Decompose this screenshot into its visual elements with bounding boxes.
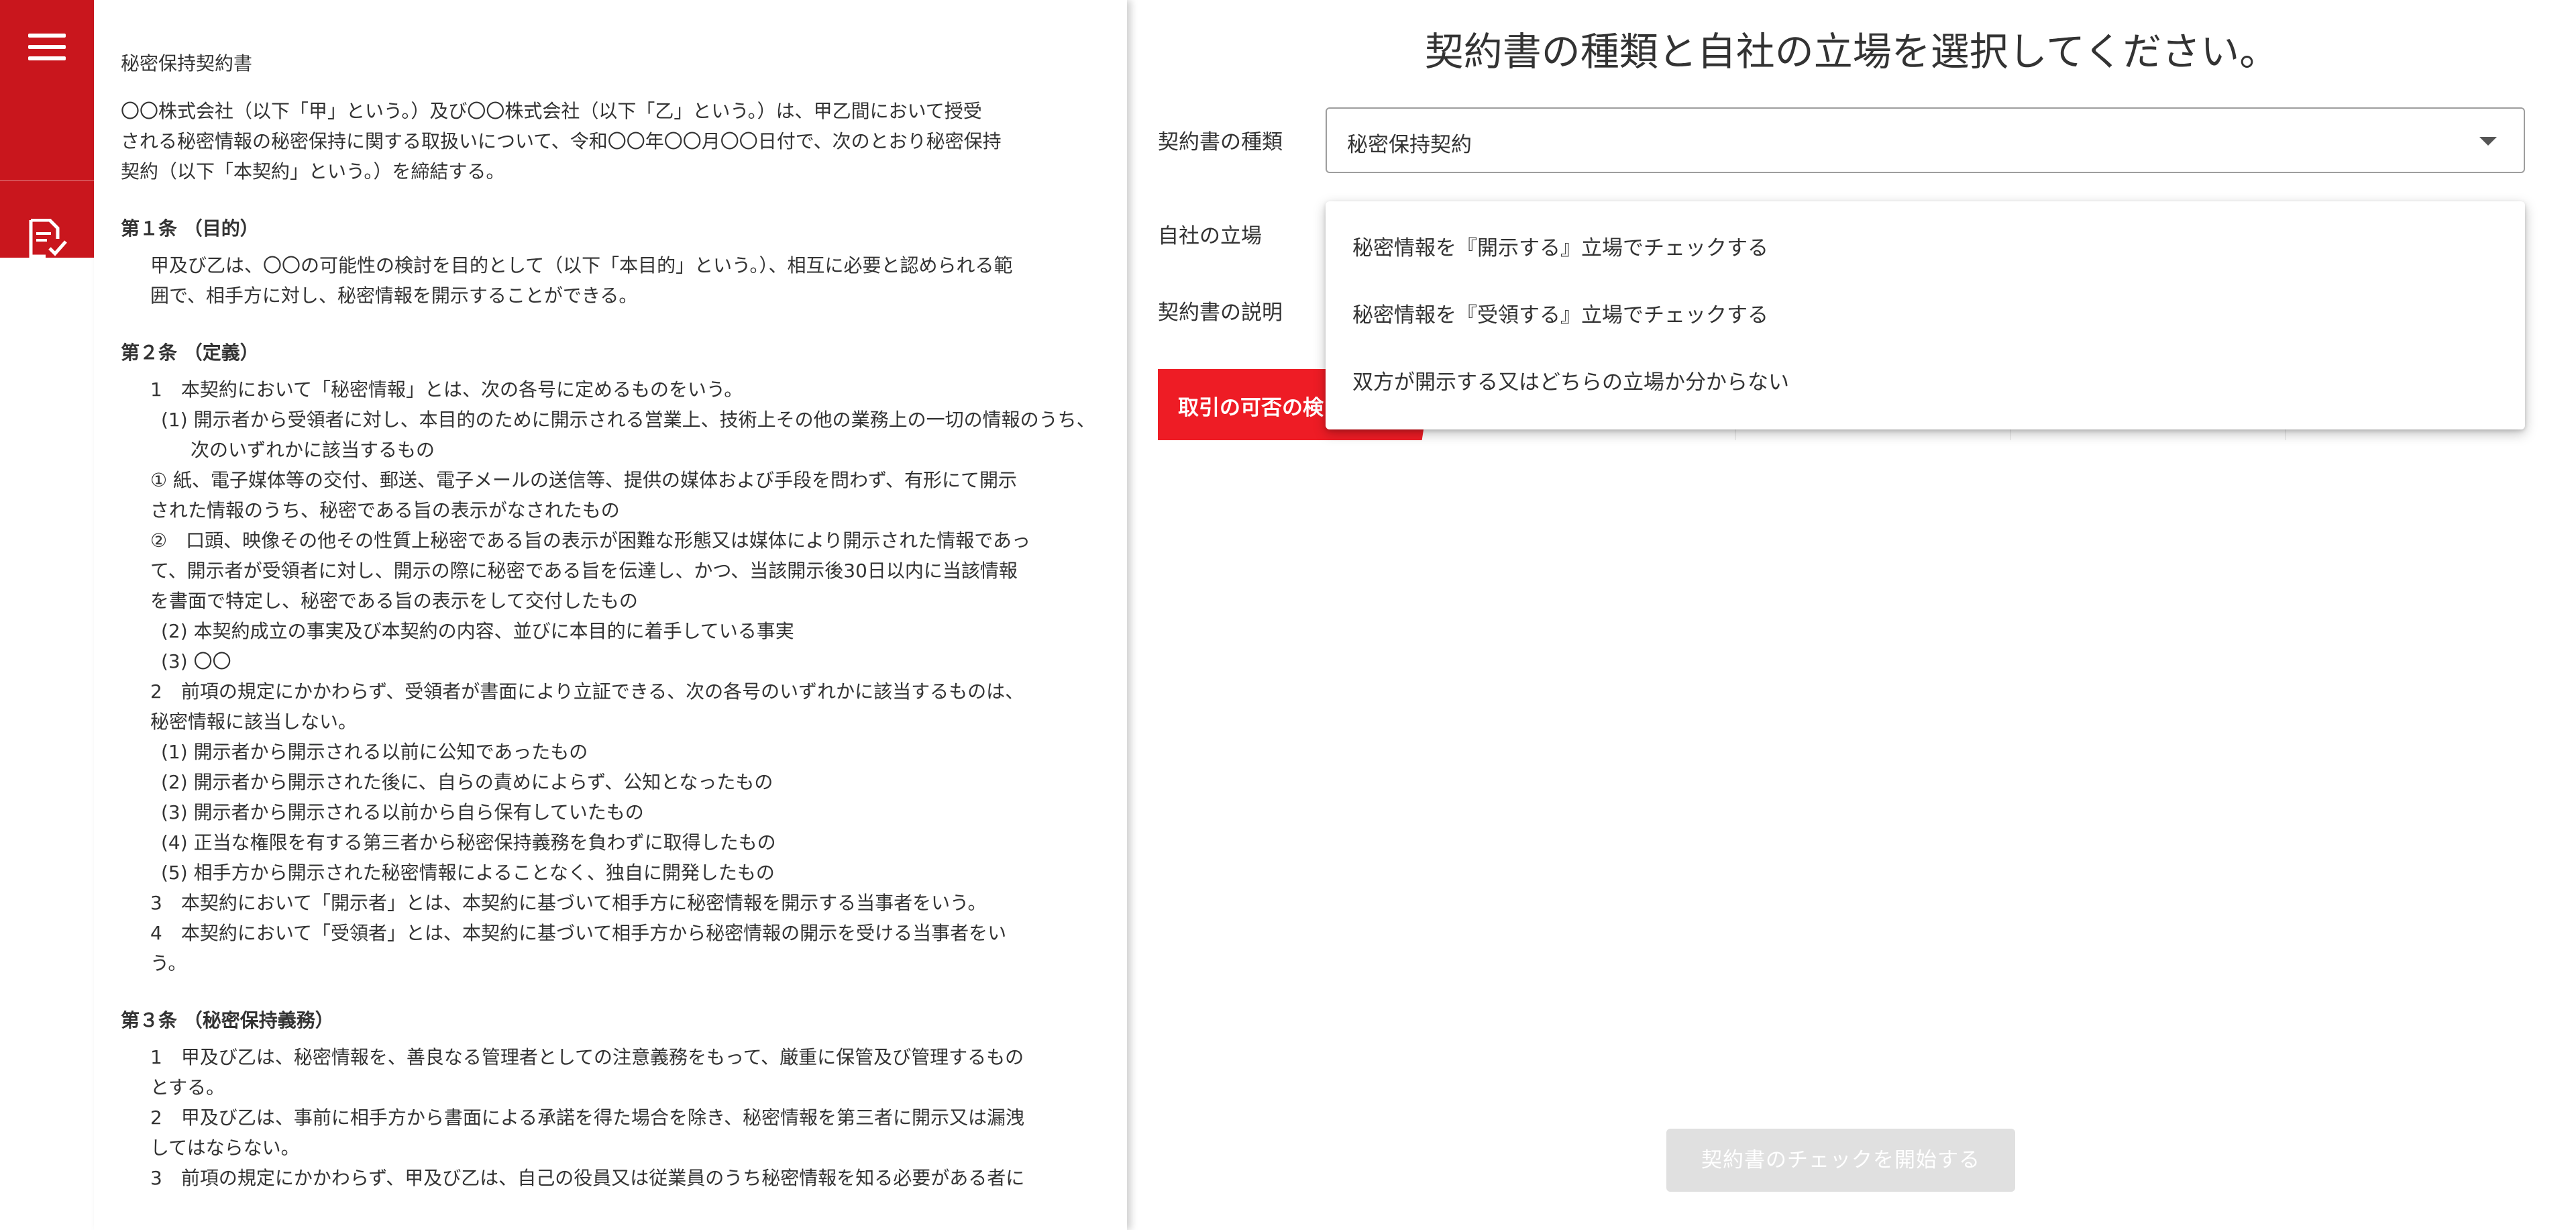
paragraph-line: ① 紙、電子媒体等の交付、郵送、電子メールの送信等、提供の媒体および手段を問わず… (150, 469, 1018, 491)
contract-document-pane[interactable]: 秘密保持契約書 〇〇株式会社（以下「甲」という。）及び〇〇株式会社（以下「乙」と… (94, 0, 1127, 1230)
intro-line: 契約（以下「本契約」という。）を締結する。 (121, 160, 505, 183)
article-paragraph: 2 前項の規定にかかわらず、受領者が書面により立証できる、次の各号のいずれかに該… (121, 676, 1100, 737)
article-heading: 第３条 （秘密保持義務） (121, 1009, 334, 1031)
description-label: 契約書の説明 (1158, 301, 1283, 325)
paragraph-line: を書面で特定し、秘密である旨の表示をして交付したもの (150, 590, 638, 612)
paragraph-line: された情報のうち、秘密である旨の表示がなされたもの (150, 499, 620, 521)
paragraph-line: 甲及び乙は、〇〇の可能性の検討を目的として（以下「本目的」という。）、相互に必要… (150, 254, 1013, 276)
position-label: 自社の立場 (1158, 224, 1262, 248)
paragraph-line: 2 前項の規定にかかわらず、受領者が書面により立証できる、次の各号のいずれかに該… (150, 680, 1024, 703)
article-item: (2) 本契約成立の事実及び本契約の内容、並びに本目的に着手している事実 (161, 620, 794, 642)
article-paragraph: 2 甲及び乙は、事前に相手方から書面による承諾を得た場合を除き、秘密情報を第三者… (121, 1103, 1100, 1163)
page-title: 契約書の種類と自社の立場を選択してください。 (1424, 29, 2279, 74)
article-item: (1) 開示者から開示される以前に公知であったもの (161, 741, 588, 763)
article-item: (5) 相手方から開示された秘密情報によることなく、独自に開発したもの (161, 862, 775, 884)
paragraph-line: してはならない。 (150, 1137, 300, 1159)
article-item: (4) 正当な権限を有する第三者から秘密保持義務を負わずに取得したもの (161, 831, 776, 854)
contract-type-select[interactable]: 秘密保持契約 (1326, 107, 2525, 173)
position-option-disclose[interactable]: 秘密情報を『開示する』立場でチェックする (1326, 215, 2525, 282)
contract-type-value: 秘密保持契約 (1347, 133, 1472, 157)
document-check-icon[interactable] (27, 218, 67, 258)
hamburger-menu-button[interactable] (0, 0, 94, 94)
article-heading: 第１条 （目的） (121, 217, 259, 240)
article-paragraph: 4 本契約において「受領者」とは、本契約に基づいて相手方から秘密情報の開示を受け… (121, 918, 1100, 978)
article-item: (3) 〇〇 (161, 650, 231, 672)
start-check-button[interactable]: 契約書のチェックを開始する (1666, 1129, 2015, 1192)
intro-line: される秘密情報の秘密保持に関する取扱いについて、令和〇〇年〇〇月〇〇日付で、次の… (121, 130, 1002, 152)
paragraph-line: 4 本契約において「受領者」とは、本契約に基づいて相手方から秘密情報の開示を受け… (150, 922, 1007, 944)
contract-document: 秘密保持契約書 〇〇株式会社（以下「甲」という。）及び〇〇株式会社（以下「乙」と… (121, 48, 1100, 1193)
article-heading: 第２条 （定義） (121, 342, 259, 364)
paragraph-line: ② 口頭、映像その他その性質上秘密である旨の表示が困難な形態又は媒体により開示さ… (150, 529, 1030, 552)
article-paragraph: 1 本契約において「秘密情報」とは、次の各号に定めるものをいう。 (150, 378, 743, 401)
hamburger-menu-icon (28, 34, 66, 60)
position-option-mutual[interactable]: 双方が開示する又はどちらの立場か分からない (1326, 349, 2525, 416)
paragraph-line: 囲で、相手方に対し、秘密情報を開示することができる。 (150, 285, 638, 307)
rail-divider (0, 180, 94, 181)
article-paragraph: 3 本契約において「開示者」とは、本契約に基づいて相手方に秘密情報を開示する当事… (150, 892, 987, 914)
position-option-receive[interactable]: 秘密情報を『受領する』立場でチェックする (1326, 282, 2525, 349)
position-dropdown-menu: 秘密情報を『開示する』立場でチェックする 秘密情報を『受領する』立場でチェックす… (1326, 201, 2525, 429)
contract-settings-pane: 契約書の種類と自社の立場を選択してください。 契約書の種類 秘密保持契約 自社の… (1127, 0, 2576, 1230)
article-paragraph: 3 前項の規定にかかわらず、甲及び乙は、自己の役員又は従業員のうち秘密情報を知る… (150, 1167, 1025, 1189)
paragraph-line: とする。 (150, 1076, 225, 1098)
paragraph-line: 1 甲及び乙は、秘密情報を、善良なる管理者としての注意義務をもって、厳重に保管及… (150, 1046, 1024, 1068)
article-paragraph: 甲及び乙は、〇〇の可能性の検討を目的として（以下「本目的」という。）、相互に必要… (121, 250, 1100, 311)
document-title: 秘密保持契約書 (121, 52, 253, 74)
tab-label: 取引の可否の検 (1178, 396, 1324, 420)
paragraph-line: 2 甲及び乙は、事前に相手方から書面による承諾を得た場合を除き、秘密情報を第三者… (150, 1107, 1025, 1129)
intro-line: 〇〇株式会社（以下「甲」という。）及び〇〇株式会社（以下「乙」という。）は、甲乙… (121, 100, 982, 122)
article-item: (2) 開示者から開示された後に、自らの責めによらず、公知となったもの (161, 771, 773, 793)
article-subitem: ① 紙、電子媒体等の交付、郵送、電子メールの送信等、提供の媒体および手段を問わず… (121, 465, 1100, 525)
article-subitem: ② 口頭、映像その他その性質上秘密である旨の表示が困難な形態又は媒体により開示さ… (121, 525, 1100, 616)
document-intro: 〇〇株式会社（以下「甲」という。）及び〇〇株式会社（以下「乙」という。）は、甲乙… (121, 96, 1100, 187)
contract-type-label: 契約書の種類 (1158, 130, 1283, 154)
article-item: (1) 開示者から受領者に対し、本目的のために開示される営業上、技術上その他の業… (161, 409, 1095, 461)
side-rail (0, 0, 94, 258)
article-paragraph: 1 甲及び乙は、秘密情報を、善良なる管理者としての注意義務をもって、厳重に保管及… (121, 1042, 1100, 1103)
article-item: (3) 開示者から開示される以前から自ら保有していたもの (161, 801, 644, 823)
caret-down-icon (2479, 137, 2497, 146)
paragraph-line: て、開示者が受領者に対し、開示の際に秘密である旨を伝達し、かつ、当該開示後30日… (150, 560, 1018, 582)
paragraph-line: 秘密情報に該当しない。 (150, 711, 358, 733)
paragraph-line: う。 (150, 952, 187, 974)
